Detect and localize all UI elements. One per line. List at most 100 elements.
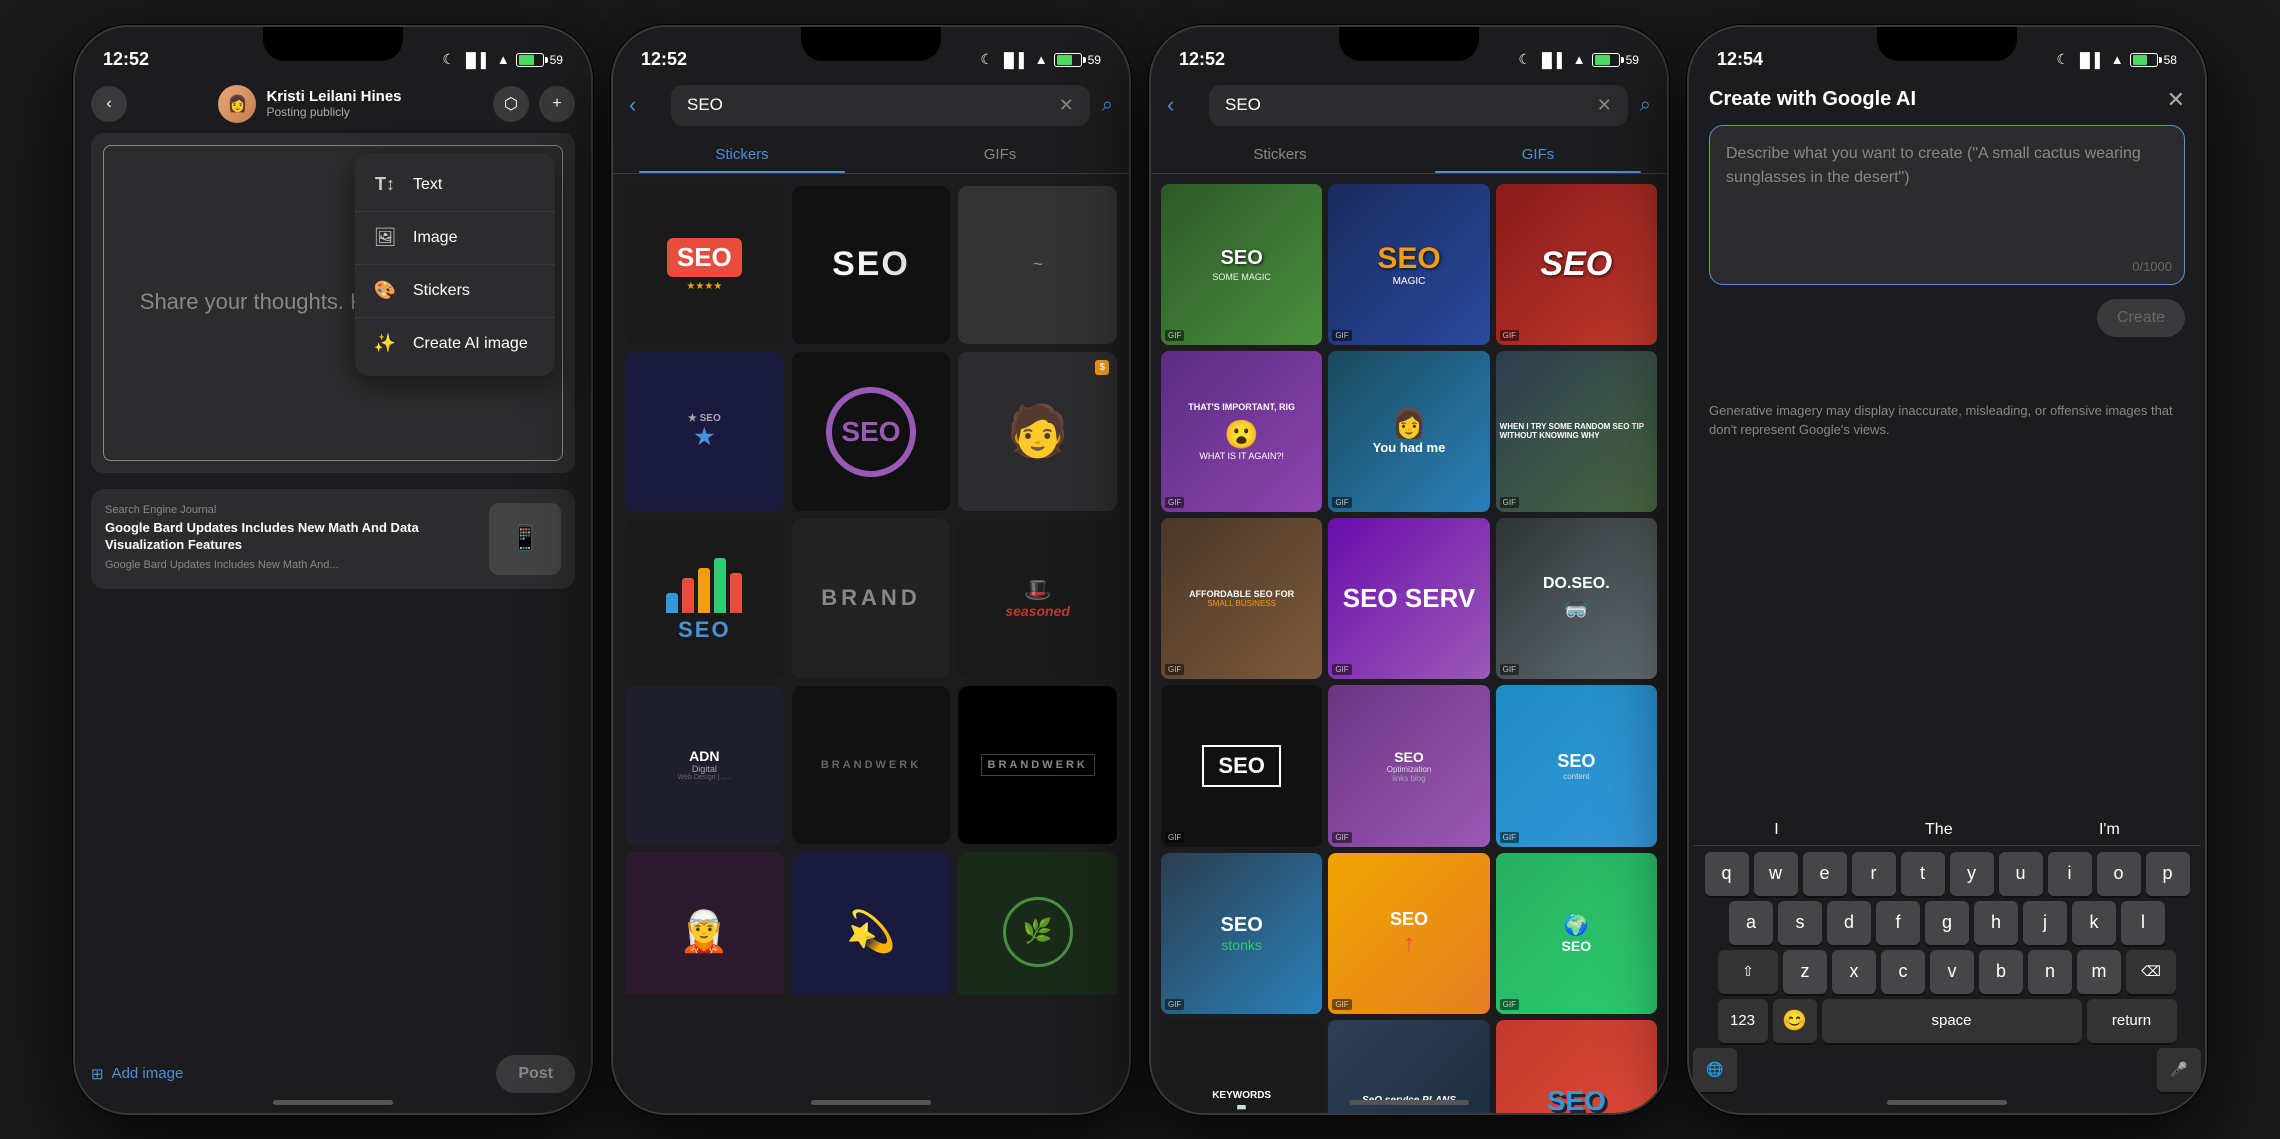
text-icon: T↕ — [371, 171, 399, 199]
sticker-brandwerk1[interactable]: BRANDWERK — [792, 686, 951, 845]
battery-3 — [1592, 53, 1620, 67]
add-image-button[interactable]: ⊞ Add image — [91, 1065, 183, 1083]
gif-seo-magic[interactable]: SEO MAGIC GIF — [1328, 184, 1489, 345]
key-numbers[interactable]: 123 — [1718, 999, 1768, 1043]
key-g[interactable]: g — [1925, 901, 1969, 945]
key-return[interactable]: return — [2087, 999, 2177, 1043]
gif-affordable-seo[interactable]: AFFORDABLE SEO FOR SMALL BUSINESS GIF — [1161, 518, 1322, 679]
search-input-3[interactable]: SEO ✕ — [1209, 85, 1628, 126]
key-w[interactable]: w — [1754, 852, 1798, 896]
add-button[interactable]: + — [539, 86, 575, 122]
gif-seo-optim[interactable]: SEO Optimization links blog GIF — [1328, 685, 1489, 846]
sticker-seo-bars[interactable]: SEO — [625, 519, 784, 678]
sticker-seasoned[interactable]: 🎩 seasoned — [958, 519, 1117, 678]
news-card[interactable]: Search Engine Journal Google Bard Update… — [91, 489, 575, 589]
key-j[interactable]: j — [2023, 901, 2067, 945]
gif-seo-tips[interactable]: SEO SOME MAGIC GIF — [1161, 184, 1322, 345]
sticker-seo-badge[interactable]: SEO ★★★★ — [625, 186, 784, 345]
search-icon-3[interactable]: ⌕ — [1640, 94, 1651, 117]
key-f[interactable]: f — [1876, 901, 1920, 945]
search-clear-2[interactable]: ✕ — [1059, 95, 1074, 116]
menu-item-image[interactable]: 🖼 Image — [355, 212, 555, 265]
battery-fill-4 — [2133, 55, 2147, 65]
key-z[interactable]: z — [1783, 950, 1827, 994]
gif-thats-important[interactable]: THAT'S IMPORTANT, RIG 😮 WHAT IS IT AGAIN… — [1161, 351, 1322, 512]
sticker-circle-art[interactable]: 🌿 — [958, 852, 1117, 993]
share-button[interactable]: ⬡ — [493, 86, 529, 122]
sticker-anime1[interactable]: 🧝 — [625, 852, 784, 993]
sticker-seo-card[interactable]: ★ SEO ★ — [625, 352, 784, 511]
key-n[interactable]: n — [2028, 950, 2072, 994]
compose-area[interactable]: Share your thoughts. Keep it respectful.… — [91, 133, 575, 473]
key-space[interactable]: space — [1822, 999, 2082, 1043]
key-p[interactable]: p — [2146, 852, 2190, 896]
tab-gifs-3[interactable]: GIFs — [1409, 136, 1667, 173]
key-i[interactable]: i — [2048, 852, 2092, 896]
key-o[interactable]: o — [2097, 852, 2141, 896]
key-e[interactable]: e — [1803, 852, 1847, 896]
sticker-brandwerk2[interactable]: BRANDWERK — [958, 686, 1117, 845]
key-q[interactable]: q — [1705, 852, 1749, 896]
wifi-icon-1: ▲ — [497, 52, 510, 67]
tab-stickers-3[interactable]: Stickers — [1151, 136, 1409, 173]
key-s[interactable]: s — [1778, 901, 1822, 945]
tab-gifs-2[interactable]: GIFs — [871, 136, 1129, 173]
key-emoji[interactable]: 😊 — [1773, 999, 1817, 1043]
menu-item-ai[interactable]: ✨ Create AI image — [355, 318, 555, 370]
key-delete[interactable]: ⌫ — [2126, 950, 2176, 994]
key-y[interactable]: y — [1950, 852, 1994, 896]
key-d[interactable]: d — [1827, 901, 1871, 945]
key-c[interactable]: c — [1881, 950, 1925, 994]
key-r[interactable]: r — [1852, 852, 1896, 896]
key-h[interactable]: h — [1974, 901, 2018, 945]
gif-seo-box[interactable]: SEO GIF — [1161, 685, 1322, 846]
suggestion-3[interactable]: I'm — [2099, 821, 2120, 839]
key-mic[interactable]: 🎤 — [2157, 1048, 2201, 1092]
suggestion-2[interactable]: The — [1925, 821, 1953, 839]
key-v[interactable]: v — [1930, 950, 1974, 994]
gif-seo-stonks[interactable]: SEO stonks GIF — [1161, 853, 1322, 1014]
sticker-adn[interactable]: ADN Digital Web Design | ..... — [625, 686, 784, 845]
gif-seo-planet[interactable]: 🌍 SEO GIF — [1496, 853, 1657, 1014]
key-a[interactable]: a — [1729, 901, 1773, 945]
tab-stickers-2[interactable]: Stickers — [613, 136, 871, 173]
back-button-1[interactable]: ‹ — [91, 86, 127, 122]
menu-item-text[interactable]: T↕ Text — [355, 159, 555, 212]
sticker-anime2[interactable]: 💫 — [792, 852, 951, 993]
post-button[interactable]: Post — [496, 1055, 575, 1093]
ai-create-button[interactable]: Create — [2097, 299, 2185, 337]
ai-close-button[interactable]: ✕ — [2167, 87, 2185, 113]
search-input-2[interactable]: SEO ✕ — [671, 85, 1090, 126]
key-k[interactable]: k — [2072, 901, 2116, 945]
search-back-2[interactable]: ‹ — [629, 92, 659, 118]
gif-seo-red[interactable]: SEO GIF — [1496, 184, 1657, 345]
suggestion-1[interactable]: I — [1774, 821, 1778, 839]
search-clear-3[interactable]: ✕ — [1597, 95, 1612, 116]
gif-seo-serv[interactable]: SEO SERV GIF — [1328, 518, 1489, 679]
key-u[interactable]: u — [1999, 852, 2043, 896]
sticker-seo-text[interactable]: SEO — [792, 186, 951, 345]
gif-do-seo[interactable]: DO.SEO. 🥽 GIF — [1496, 518, 1657, 679]
sticker-brand[interactable]: BRAND — [792, 519, 951, 678]
search-back-3[interactable]: ‹ — [1167, 92, 1197, 118]
key-t[interactable]: t — [1901, 852, 1945, 896]
search-icon-2[interactable]: ⌕ — [1102, 94, 1113, 117]
gif-seo-content[interactable]: SEO content GIF — [1496, 685, 1657, 846]
gif-random-seo[interactable]: WHEN I TRY SOME RANDOM SEO TIP WITHOUT K… — [1496, 351, 1657, 512]
menu-item-stickers[interactable]: 🎨 Stickers — [355, 265, 555, 318]
ai-input-area[interactable]: Describe what you want to create ("A sma… — [1709, 125, 2185, 285]
sticker-seo-dark[interactable]: ~ — [958, 186, 1117, 345]
gif-seo-arrow[interactable]: SEO ↑ GIF — [1328, 853, 1489, 1014]
sticker-seo-circle[interactable]: SEO — [792, 352, 951, 511]
key-b[interactable]: b — [1979, 950, 2023, 994]
gif-seo-keywords[interactable]: KEYWORDS ⌨️ GIF — [1161, 1020, 1322, 1112]
sticker-seo-mascot[interactable]: 🧑 $ — [958, 352, 1117, 511]
dropdown-menu: T↕ Text 🖼 Image 🎨 Stickers ✨ Create AI i… — [355, 153, 555, 376]
key-x[interactable]: x — [1832, 950, 1876, 994]
key-m[interactable]: m — [2077, 950, 2121, 994]
gif-you-had-me[interactable]: 👩 You had me GIF — [1328, 351, 1489, 512]
gif-seo-3d[interactable]: SEO GIF — [1496, 1020, 1657, 1112]
key-shift[interactable]: ⇧ — [1718, 950, 1778, 994]
key-l[interactable]: l — [2121, 901, 2165, 945]
key-globe[interactable]: 🌐 — [1693, 1048, 1737, 1092]
